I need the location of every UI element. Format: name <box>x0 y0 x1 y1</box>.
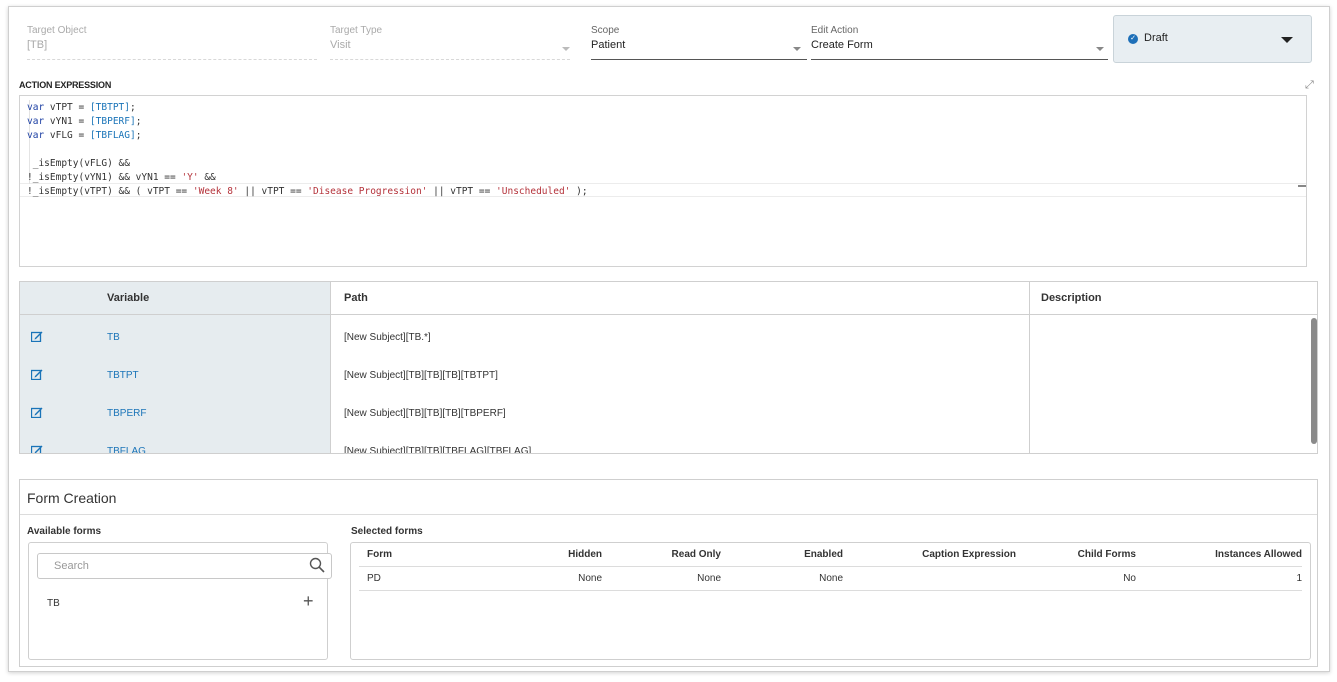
header-hidden: Hidden <box>568 549 602 560</box>
cell-instances-allowed[interactable]: 1 <box>1296 573 1302 584</box>
target-type-chevron-down-icon <box>562 47 570 51</box>
scope-select[interactable]: Scope Patient <box>591 25 807 60</box>
target-type-value: Visit <box>330 39 351 51</box>
target-object-field: Target Object [TB] <box>27 25 317 60</box>
cell-enabled[interactable]: None <box>819 573 843 584</box>
header-enabled: Enabled <box>804 549 843 560</box>
target-type-select: Target Type Visit <box>330 25 570 60</box>
code-line: var vYN1 = [TBPERF]; <box>27 116 142 127</box>
variable-path: [New Subject][TB][TB][TBFLAG][TBFLAG] <box>344 446 532 454</box>
cell-hidden[interactable]: None <box>578 573 602 584</box>
edit-action-underline <box>811 59 1108 60</box>
code-line: !_isEmpty(vYN1) && vYN1 == 'Y' && <box>27 172 216 183</box>
table-row[interactable]: TBTPT [New Subject][TB][TB][TB][TBTPT] <box>20 357 1317 395</box>
code-editor[interactable]: var vTPT = [TBTPT]; var vYN1 = [TBPERF];… <box>19 95 1307 267</box>
available-forms-list: TB + <box>28 542 332 660</box>
form-creation-section: Form Creation Available forms Selected f… <box>19 479 1318 667</box>
header-path: Path <box>344 292 368 304</box>
header-variable: Variable <box>107 292 150 304</box>
header-child-forms: Child Forms <box>1077 549 1136 560</box>
scope-underline <box>591 59 807 60</box>
status-dropdown[interactable]: ✓ Draft <box>1113 15 1312 63</box>
variable-name: TBTPT <box>107 370 139 381</box>
header-description: Description <box>1041 292 1102 304</box>
cell-child-forms[interactable]: No <box>1123 573 1136 584</box>
edit-action-label: Edit Action <box>811 25 859 36</box>
variable-name: TBFLAG <box>107 446 146 454</box>
target-type-label: Target Type <box>330 25 383 36</box>
search-input[interactable] <box>37 553 332 579</box>
status-chevron-down-icon[interactable] <box>1281 37 1293 43</box>
search-icon[interactable] <box>309 557 325 573</box>
edit-icon[interactable] <box>31 369 43 380</box>
code-line: _isEmpty(vFLG) && <box>27 158 130 169</box>
available-form-item[interactable]: TB <box>47 598 60 609</box>
target-object-label: Target Object <box>27 25 87 36</box>
header-form: Form <box>367 549 392 560</box>
variable-name: TBPERF <box>107 408 147 419</box>
edit-action-value: Create Form <box>811 39 873 51</box>
edit-icon[interactable] <box>31 331 43 342</box>
selected-forms-label: Selected forms <box>351 526 423 537</box>
edit-icon[interactable] <box>31 407 43 418</box>
status-label: Draft <box>1144 32 1168 44</box>
table-row[interactable]: PD None None None No 1 <box>359 567 1302 591</box>
target-type-underline <box>330 59 570 60</box>
cell-form: PD <box>367 573 381 584</box>
variables-table-header: Variable Path Description <box>20 282 1317 315</box>
table-row[interactable]: TB [New Subject][TB.*] <box>20 319 1317 357</box>
header-caption-expression: Caption Expression <box>922 549 1016 560</box>
add-form-plus-icon[interactable]: + <box>303 592 314 610</box>
action-expression-label: ACTION EXPRESSION <box>19 80 112 90</box>
check-circle-icon: ✓ <box>1128 34 1138 44</box>
table-row[interactable]: TBPERF [New Subject][TB][TB][TB][TBPERF] <box>20 395 1317 433</box>
scope-chevron-down-icon[interactable] <box>793 47 801 51</box>
variable-path: [New Subject][TB][TB][TB][TBPERF] <box>344 408 506 419</box>
expand-icon[interactable]: ⤢ <box>1305 79 1314 92</box>
variables-table: Variable Path Description TB [New Subjec… <box>19 281 1318 454</box>
target-object-value: [TB] <box>27 39 48 51</box>
variable-name: TB <box>107 332 120 343</box>
edit-action-chevron-down-icon[interactable] <box>1096 47 1104 51</box>
selected-forms-header: Form Hidden Read Only Enabled Caption Ex… <box>359 543 1302 567</box>
code-line: var vTPT = [TBTPT]; <box>27 102 136 113</box>
available-forms-label: Available forms <box>27 526 102 537</box>
action-editor-panel: Target Object [TB] Target Type Visit Sco… <box>8 6 1330 672</box>
table-row[interactable]: TBFLAG [New Subject][TB][TB][TBFLAG][TBF… <box>20 433 1317 454</box>
target-object-underline <box>27 59 317 60</box>
edit-action-select[interactable]: Edit Action Create Form <box>811 25 1108 60</box>
selected-forms-table: Form Hidden Read Only Enabled Caption Ex… <box>350 542 1311 660</box>
divider <box>20 514 1317 515</box>
code-line: var vFLG = [TBFLAG]; <box>27 130 142 141</box>
cell-read-only[interactable]: None <box>697 573 721 584</box>
editor-scroll-marker <box>1298 185 1306 187</box>
edit-icon[interactable] <box>31 445 43 454</box>
scope-value: Patient <box>591 39 626 51</box>
variable-path: [New Subject][TB.*] <box>344 332 431 343</box>
variable-path: [New Subject][TB][TB][TB][TBTPT] <box>344 370 498 381</box>
header-instances-allowed: Instances Allowed <box>1215 549 1302 560</box>
header-read-only: Read Only <box>671 549 721 560</box>
variables-scrollbar[interactable] <box>1311 318 1317 444</box>
scope-label: Scope <box>591 25 620 36</box>
code-line: !_isEmpty(vTPT) && ( vTPT == 'Week 8' ||… <box>27 186 588 197</box>
form-creation-title: Form Creation <box>27 490 117 506</box>
